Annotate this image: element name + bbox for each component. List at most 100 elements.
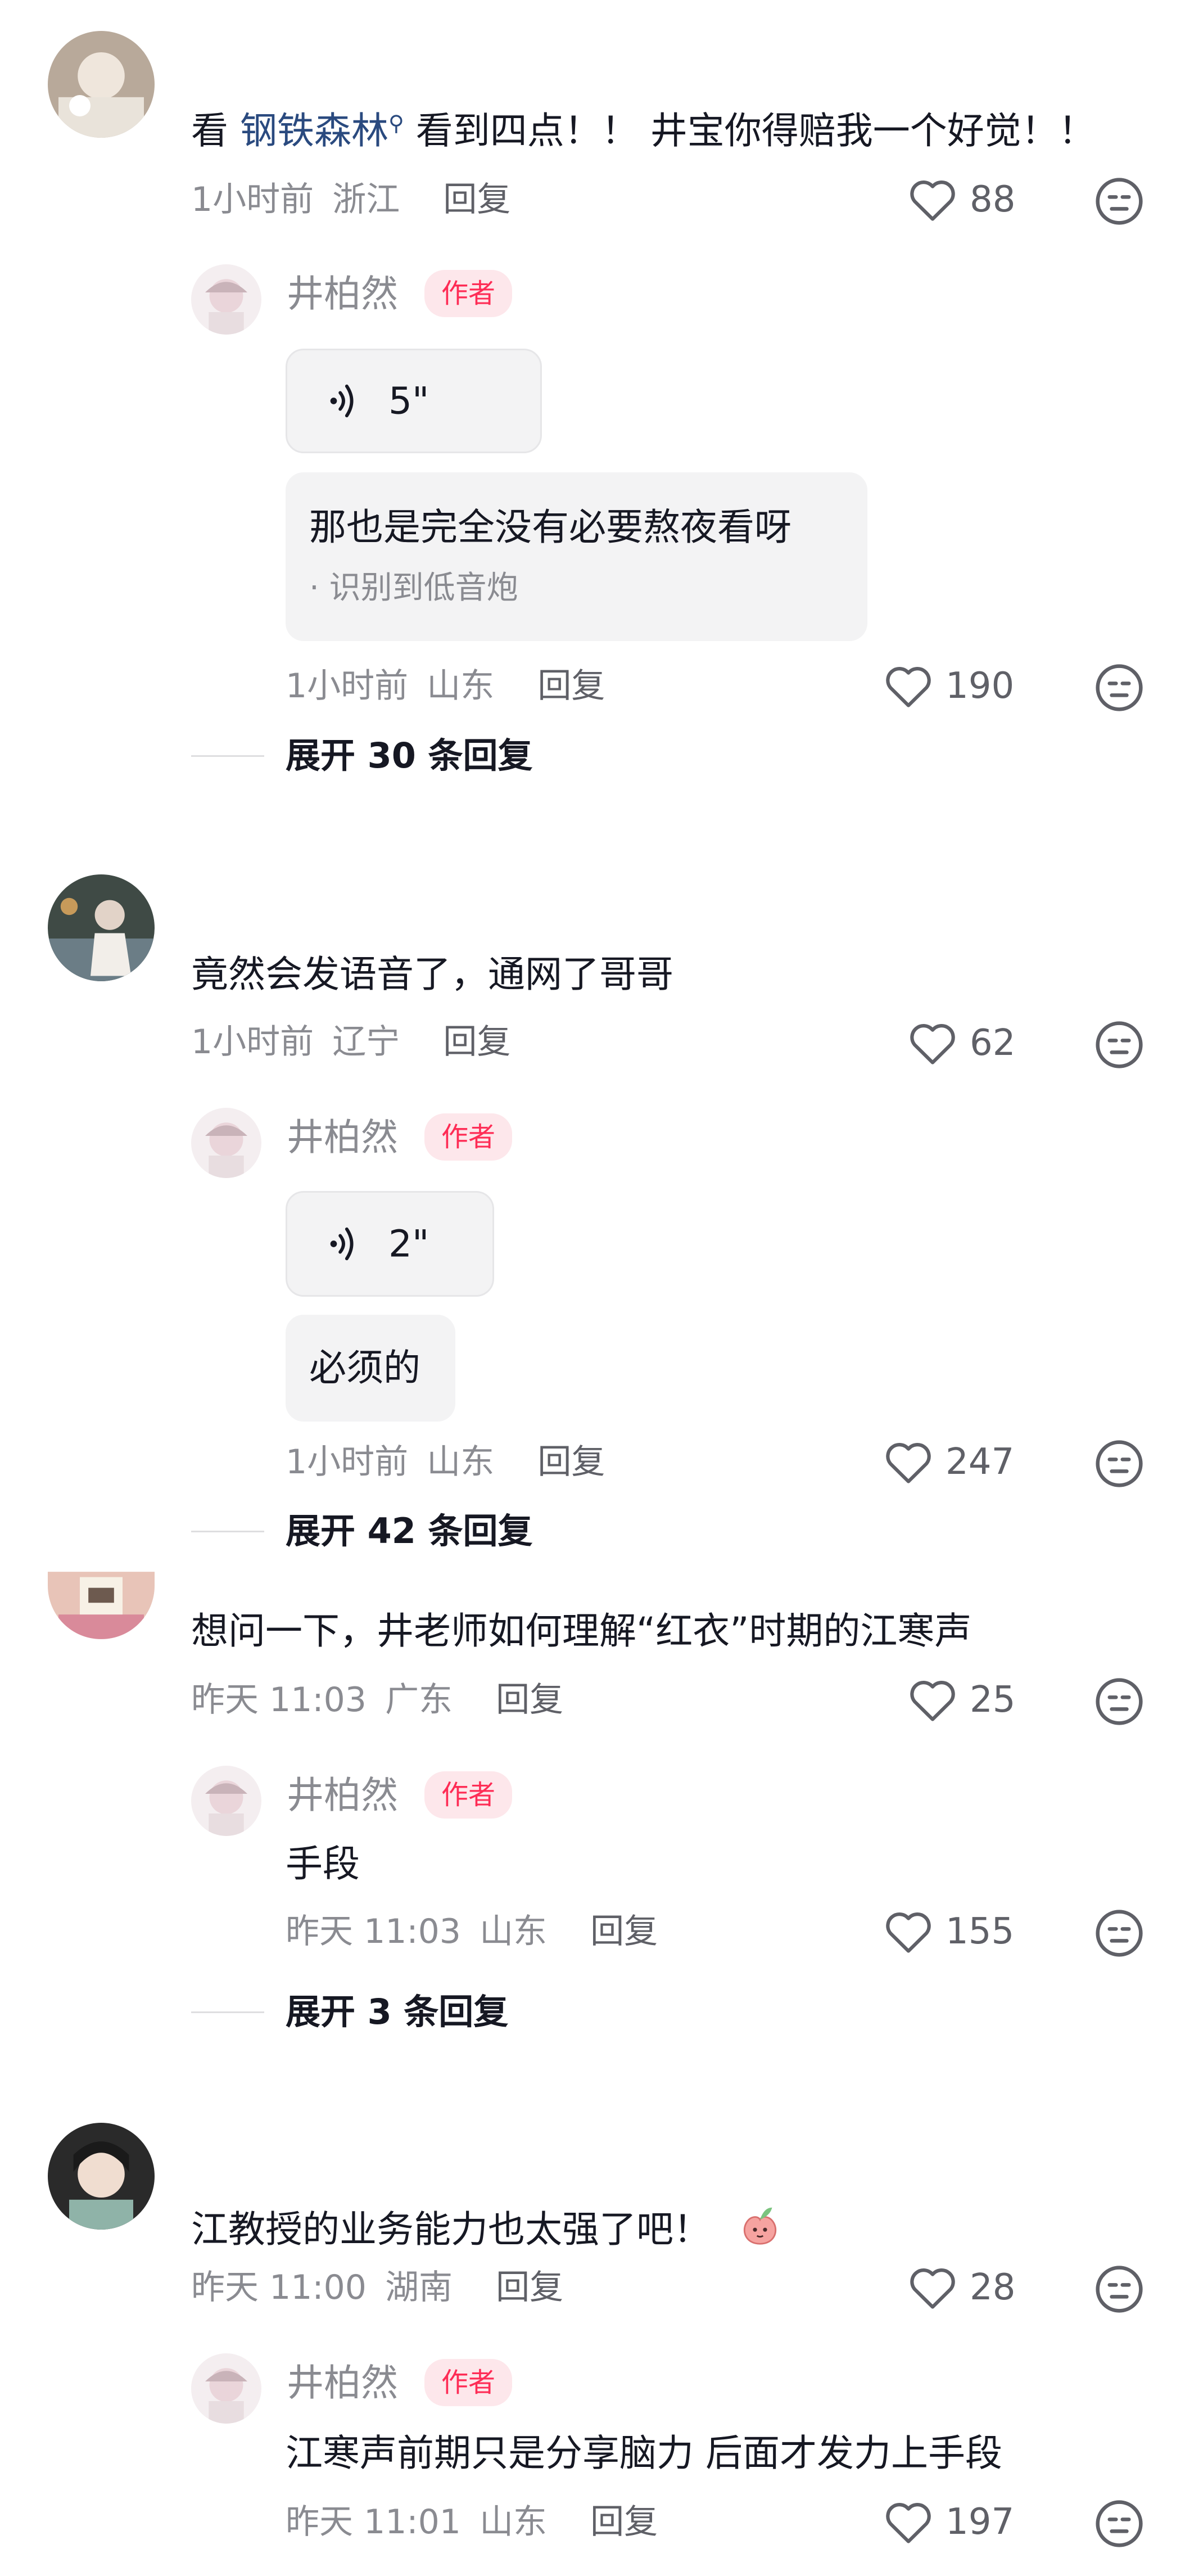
reply-button[interactable]: 回复 (443, 180, 510, 219)
reply-text: 手段 (286, 1842, 360, 1885)
neutral-face-icon[interactable] (1093, 2498, 1145, 2550)
author-badge: 作者 (424, 270, 513, 317)
like-button[interactable]: 28 (908, 2265, 1015, 2310)
expand-divider (191, 2011, 264, 2013)
mention-link[interactable]: 钢铁森林 (240, 109, 388, 152)
like-button[interactable]: 62 (908, 1021, 1015, 1066)
like-button[interactable]: 155 (884, 1909, 1014, 1954)
like-count: 190 (946, 665, 1015, 707)
author-badge: 作者 (424, 1771, 513, 1819)
like-count: 247 (946, 1441, 1015, 1483)
neutral-face-icon[interactable] (1093, 662, 1145, 714)
sound-wave-icon (330, 384, 354, 418)
reply-location: 山东 (427, 1442, 495, 1482)
comment-location: 浙江 (332, 180, 400, 219)
expand-replies-button[interactable]: 展开 30 条回复 (286, 738, 532, 773)
reply-location: 山东 (427, 666, 495, 706)
comment-text: 想问一下，井老师如何理解“红衣”时期的江寒声 (191, 1609, 972, 1653)
comment-location: 湖南 (385, 2268, 453, 2307)
like-count: 28 (970, 2267, 1016, 2308)
like-count: 25 (970, 1679, 1016, 1721)
expand-divider (191, 755, 264, 757)
comment-time: 1小时前 (191, 1022, 314, 1062)
comment-time: 昨天 11:03 (191, 1680, 367, 1720)
reply-location: 山东 (480, 2502, 548, 2542)
author-avatar[interactable] (191, 2353, 261, 2424)
author-name[interactable]: 井柏然 (287, 276, 398, 313)
comment-location: 辽宁 (332, 1022, 400, 1062)
author-avatar[interactable] (191, 1108, 261, 1178)
heart-outline-icon (886, 667, 931, 707)
peach-sticker-icon (743, 2207, 777, 2245)
author-badge: 作者 (424, 2359, 513, 2406)
heart-outline-icon (886, 1912, 931, 1953)
like-button[interactable]: 247 (884, 1440, 1014, 1485)
heart-outline-icon (886, 2503, 931, 2543)
like-button[interactable]: 88 (908, 177, 1015, 222)
voice-transcript: 必须的 (286, 1315, 455, 1422)
commenter-avatar[interactable] (48, 1572, 155, 1639)
like-button[interactable]: 25 (908, 1677, 1015, 1722)
reply-time: 昨天 11:03 (286, 1912, 461, 1951)
author-avatar[interactable] (191, 264, 261, 335)
reply-button[interactable]: 回复 (496, 1680, 563, 1720)
comment-text: 看 钢铁森林⚲ 看到四点！！ 井宝你得赔我一个好觉！！ (191, 109, 1096, 152)
reply-button[interactable]: 回复 (590, 1912, 658, 1951)
comment-time: 1小时前 (191, 180, 314, 219)
reply-time: 1小时前 (286, 1442, 409, 1482)
reply-button[interactable]: 回复 (496, 2268, 563, 2307)
transcript-note: · 识别到低音炮 (309, 570, 518, 606)
voice-message[interactable]: 5" (286, 349, 542, 453)
expand-divider (191, 1531, 264, 1532)
search-icon: ⚲ (388, 111, 404, 136)
neutral-face-icon[interactable] (1093, 2263, 1145, 2315)
neutral-face-icon[interactable] (1093, 1019, 1145, 1071)
reply-meta: 昨天 11:01 山东 回复 (286, 2505, 658, 2539)
author-name[interactable]: 井柏然 (287, 1119, 398, 1156)
heart-outline-icon (910, 2268, 955, 2309)
reply-button[interactable]: 回复 (590, 2502, 658, 2542)
commenter-avatar[interactable] (48, 31, 155, 138)
transcript-text: 必须的 (309, 1346, 420, 1389)
reply-button[interactable]: 回复 (537, 666, 605, 706)
comment-meta: 昨天 11:00 湖南 回复 (191, 2271, 563, 2304)
reply-location: 山东 (480, 1912, 548, 1951)
reply-meta: 1小时前 山东 回复 (286, 669, 605, 703)
expand-replies-button[interactable]: 展开 42 条回复 (286, 1514, 532, 1549)
reply-time: 昨天 11:01 (286, 2502, 461, 2542)
transcript-text: 那也是完全没有必要熬夜看呀 (309, 506, 792, 549)
comment-time: 昨天 11:00 (191, 2268, 367, 2307)
author-avatar[interactable] (191, 1766, 261, 1836)
commenter-avatar[interactable] (48, 874, 155, 981)
reply-meta: 昨天 11:03 山东 回复 (286, 1915, 658, 1948)
heart-outline-icon (910, 181, 955, 221)
author-name[interactable]: 井柏然 (287, 2365, 398, 2402)
voice-duration: 5" (388, 379, 429, 423)
neutral-face-icon[interactable] (1093, 175, 1145, 227)
like-count: 62 (970, 1022, 1016, 1064)
neutral-face-icon[interactable] (1093, 1907, 1145, 1959)
comment-meta: 1小时前 浙江 回复 (191, 183, 510, 216)
like-button[interactable]: 190 (884, 664, 1014, 709)
reply-text: 江寒声前期只是分享脑力 后面才发力上手段 (286, 2431, 1002, 2475)
neutral-face-icon[interactable] (1093, 1438, 1145, 1490)
like-count: 197 (946, 2501, 1015, 2543)
voice-duration: 2" (388, 1222, 429, 1266)
author-badge: 作者 (424, 1113, 513, 1161)
comment-meta: 1小时前 辽宁 回复 (191, 1025, 510, 1059)
voice-message[interactable]: 2" (286, 1191, 494, 1297)
reply-button[interactable]: 回复 (443, 1022, 510, 1062)
like-button[interactable]: 197 (884, 2500, 1014, 2545)
comment-text: 江教授的业务能力也太强了吧！ (191, 2201, 784, 2250)
reply-time: 1小时前 (286, 666, 409, 706)
expand-replies-button[interactable]: 展开 3 条回复 (286, 1995, 508, 2029)
sound-wave-icon (330, 1227, 354, 1261)
reply-button[interactable]: 回复 (537, 1442, 605, 1482)
commenter-avatar[interactable] (48, 2123, 155, 2230)
comment-location: 广东 (385, 1680, 453, 1720)
neutral-face-icon[interactable] (1093, 1676, 1145, 1727)
reply-meta: 1小时前 山东 回复 (286, 1445, 605, 1479)
author-name[interactable]: 井柏然 (287, 1777, 398, 1814)
heart-outline-icon (910, 1024, 955, 1064)
comment-meta: 昨天 11:03 广东 回复 (191, 1683, 563, 1717)
